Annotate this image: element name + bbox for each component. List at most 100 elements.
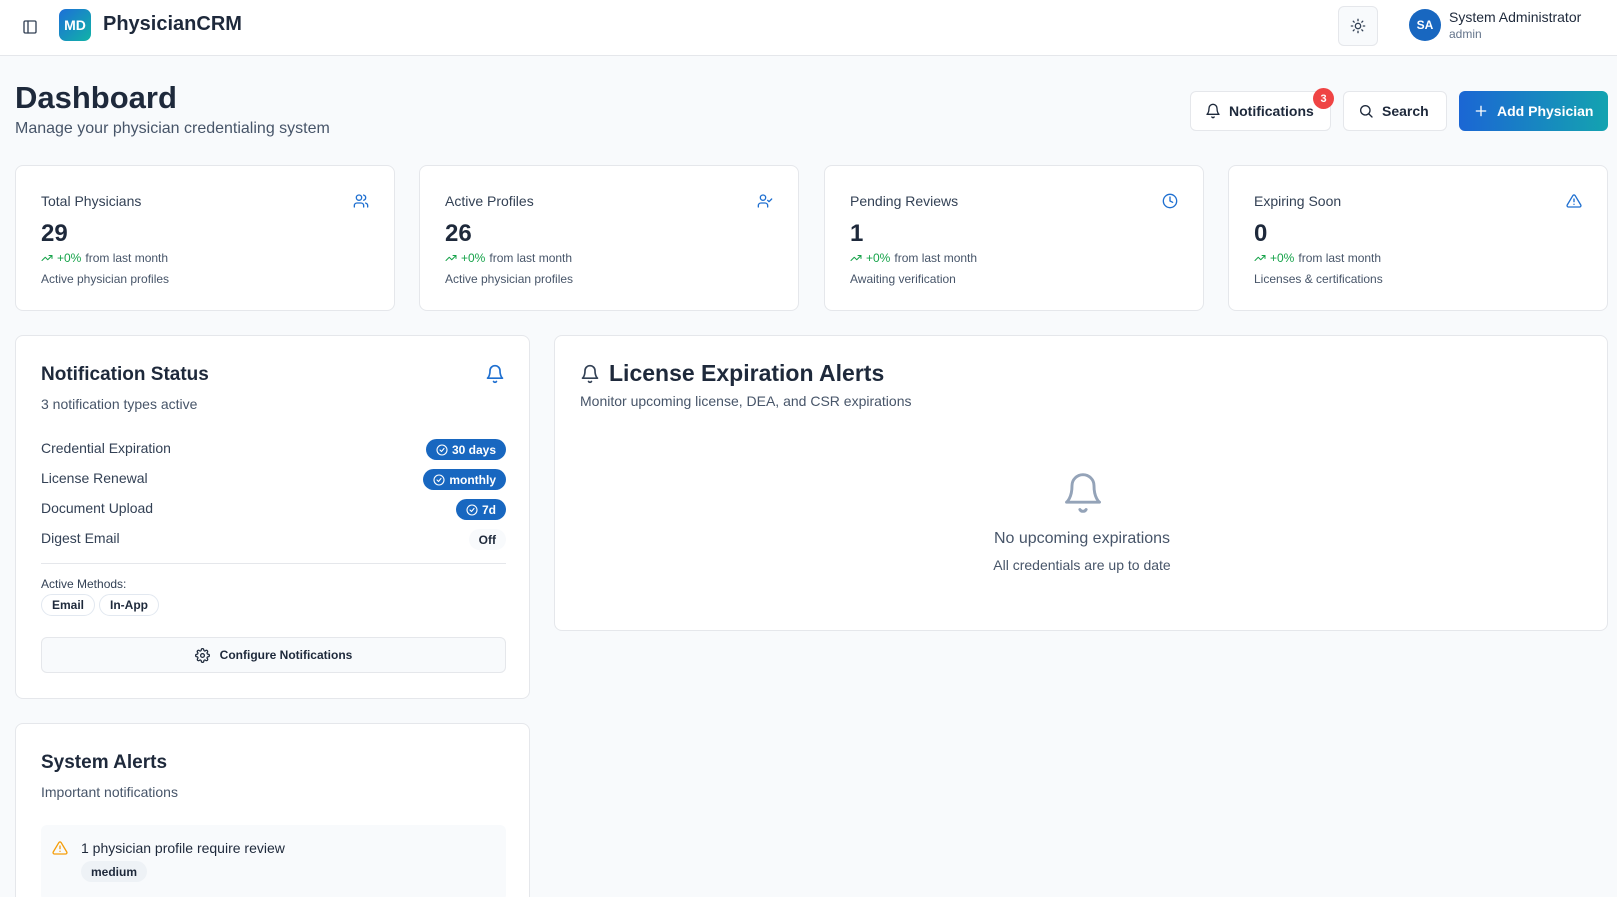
notification-row-digest-email: Digest Email Off — [41, 527, 506, 551]
notification-row-label: Digest Email — [41, 530, 120, 546]
stat-label: Total Physicians — [41, 193, 142, 209]
stat-change-suffix: from last month — [1298, 251, 1382, 265]
plus-icon — [1473, 103, 1489, 119]
stat-card-active-profiles: Active Profiles 26 +0% from last month A… — [419, 165, 799, 311]
stat-card-pending-reviews: Pending Reviews 1 +0% from last month Aw… — [824, 165, 1204, 311]
search-icon — [1358, 103, 1374, 119]
method-badge-in-app: In-App — [99, 594, 159, 616]
stat-change-suffix: from last month — [894, 251, 978, 265]
stat-value: 1 — [850, 220, 864, 247]
active-methods-label: Active Methods: — [41, 577, 127, 591]
empty-state-title: No upcoming expirations — [993, 530, 1171, 547]
notification-row-label: License Renewal — [41, 470, 148, 486]
notification-row-license-renewal: License Renewal monthly — [41, 467, 506, 491]
stat-value: 0 — [1254, 220, 1268, 247]
trending-up-icon — [850, 252, 862, 264]
warning-triangle-icon — [52, 840, 68, 856]
notification-frequency-badge[interactable]: monthly — [423, 469, 506, 490]
empty-state-subtitle: All credentials are up to date — [993, 557, 1171, 573]
avatar[interactable]: SA — [1409, 9, 1441, 41]
app-logo[interactable]: MD — [59, 9, 91, 41]
add-physician-label: Add Physician — [1497, 103, 1594, 119]
stat-label: Active Profiles — [445, 193, 534, 209]
stat-change: +0% — [461, 251, 486, 265]
stat-trend: +0% from last month — [445, 251, 572, 265]
notification-frequency-badge[interactable]: 30 days — [425, 439, 506, 460]
method-badge-email: Email — [41, 594, 96, 616]
stat-description: Active physician profiles — [41, 272, 170, 286]
search-label: Search — [1382, 103, 1429, 119]
alert-triangle-icon — [1566, 193, 1582, 209]
divider — [41, 563, 506, 564]
search-button[interactable]: Search — [1343, 91, 1447, 131]
notification-status-card: Notification Status 3 notification types… — [15, 335, 530, 699]
user-check-icon — [757, 193, 773, 209]
stat-change: +0% — [1270, 251, 1295, 265]
users-icon — [353, 193, 369, 209]
system-alerts-card: System Alerts Important notifications 1 … — [15, 723, 530, 897]
severity-badge: medium — [81, 861, 148, 882]
license-expiration-header: License Expiration Alerts — [580, 360, 884, 387]
configure-notifications-button[interactable]: Configure Notifications — [41, 637, 506, 673]
bell-icon — [1205, 103, 1221, 119]
notification-status-title: Notification Status — [41, 364, 209, 385]
stat-card-total-physicians: Total Physicians 29 +0% from last month … — [15, 165, 395, 311]
clock-icon — [1162, 193, 1178, 209]
trending-up-icon — [1254, 252, 1266, 264]
system-alert-text: 1 physician profile require review — [81, 840, 285, 856]
notification-row-document-upload: Document Upload 7d — [41, 497, 506, 521]
app-title[interactable]: PhysicianCRM — [103, 13, 242, 36]
notifications-label: Notifications — [1229, 103, 1314, 119]
user-name: System Administrator — [1449, 9, 1582, 25]
notification-off-badge[interactable]: Off — [468, 529, 506, 550]
settings-gear-icon — [194, 647, 210, 663]
theme-toggle-button[interactable] — [1338, 6, 1378, 46]
empty-state-bell-icon — [1061, 469, 1105, 517]
stat-change-suffix: from last month — [489, 251, 573, 265]
check-circle-icon — [466, 503, 478, 516]
stat-change-suffix: from last month — [85, 251, 169, 265]
stat-description: Active physician profiles — [445, 272, 574, 286]
configure-notifications-label: Configure Notifications — [219, 648, 353, 662]
check-circle-icon — [433, 473, 445, 486]
notification-frequency-value: monthly — [449, 472, 496, 487]
user-role: admin — [1449, 27, 1482, 41]
notification-status-subtitle: 3 notification types active — [41, 396, 198, 412]
page-title: Dashboard — [15, 80, 177, 115]
stat-label: Pending Reviews — [850, 193, 959, 209]
sidebar-toggle-icon[interactable] — [18, 15, 42, 39]
add-physician-button[interactable]: Add Physician — [1459, 91, 1608, 131]
notification-count-badge: 3 — [1313, 88, 1334, 109]
stat-value: 29 — [41, 220, 68, 247]
trending-up-icon — [41, 252, 53, 264]
stat-trend: +0% from last month — [850, 251, 977, 265]
notifications-button[interactable]: Notifications — [1190, 91, 1331, 131]
stat-trend: +0% from last month — [1254, 251, 1381, 265]
top-bar: MD PhysicianCRM SA System Administrator … — [0, 0, 1617, 56]
license-expiration-card: License Expiration Alerts Monitor upcomi… — [554, 335, 1608, 631]
check-circle-icon — [436, 443, 448, 456]
stat-change: +0% — [57, 251, 82, 265]
system-alert-item[interactable]: 1 physician profile require review mediu… — [41, 825, 506, 897]
sun-icon — [1350, 18, 1366, 34]
page-subtitle: Manage your physician credentialing syst… — [15, 120, 330, 137]
stat-label: Expiring Soon — [1254, 193, 1342, 209]
notification-frequency-value: 7d — [481, 502, 496, 517]
stat-value: 26 — [445, 220, 472, 247]
system-alerts-subtitle: Important notifications — [41, 784, 178, 800]
stat-description: Licenses & certifications — [1254, 272, 1383, 286]
trending-up-icon — [445, 252, 457, 264]
stat-change: +0% — [866, 251, 891, 265]
bell-icon — [485, 364, 505, 384]
stat-card-expiring-soon: Expiring Soon 0 +0% from last month Lice… — [1228, 165, 1608, 311]
license-expiration-title: License Expiration Alerts — [609, 360, 885, 386]
notification-frequency-value: 30 days — [451, 442, 496, 457]
notification-row-label: Credential Expiration — [41, 440, 171, 456]
stat-trend: +0% from last month — [41, 251, 168, 265]
bell-icon — [580, 364, 600, 384]
notification-frequency-badge[interactable]: 7d — [455, 499, 506, 520]
stat-description: Awaiting verification — [850, 272, 956, 286]
notification-row-label: Document Upload — [41, 500, 154, 516]
license-expiration-subtitle: Monitor upcoming license, DEA, and CSR e… — [580, 393, 912, 409]
system-alerts-title: System Alerts — [41, 752, 168, 773]
